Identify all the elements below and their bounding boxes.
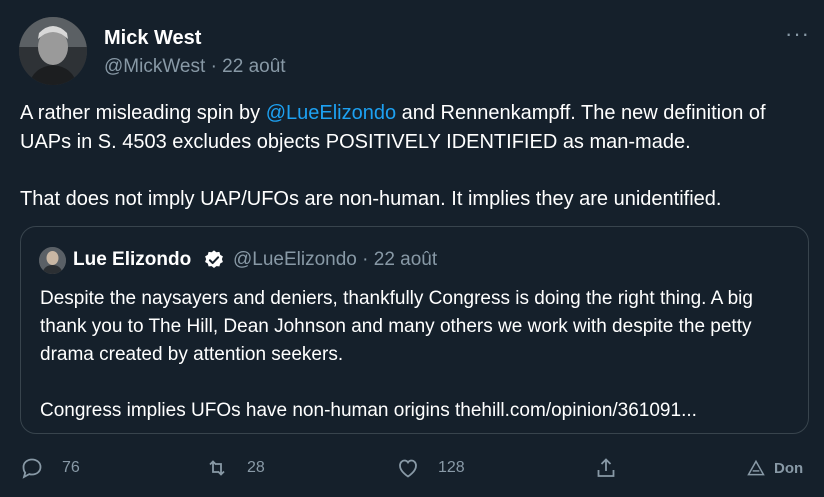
- donate-icon: [747, 459, 765, 476]
- retweet-button[interactable]: 28: [205, 450, 265, 486]
- retweet-count: 28: [247, 459, 265, 476]
- author-handle[interactable]: @MickWest: [104, 56, 205, 77]
- quoted-author-avatar: [39, 247, 66, 274]
- heart-icon: [399, 459, 417, 478]
- tweet-actions-bar: 76 28 128 Don: [0, 450, 824, 486]
- quoted-handle-line: @LueElizondo · 22 août: [233, 249, 437, 271]
- author-handle-line: @MickWest · 22 août: [104, 56, 286, 78]
- share-button[interactable]: [594, 450, 618, 486]
- retweet-icon: [209, 460, 225, 476]
- reply-icon: [22, 458, 42, 479]
- mention-link[interactable]: @LueElizondo: [266, 102, 396, 124]
- more-options-icon[interactable]: ···: [785, 23, 810, 45]
- share-icon: [597, 458, 615, 477]
- tweet-text: A rather misleading spin by @LueElizondo…: [20, 99, 815, 214]
- author-avatar[interactable]: [19, 17, 87, 85]
- verified-badge-icon: [205, 250, 223, 268]
- quoted-tweet-card[interactable]: Lue Elizondo @LueElizondo · 22 août Desp…: [20, 226, 809, 434]
- donate-label: Don: [774, 459, 804, 477]
- tweet-text-part1: A rather misleading spin by: [20, 102, 266, 124]
- quoted-author-handle: @LueElizondo: [233, 249, 357, 270]
- reply-count: 76: [62, 459, 80, 476]
- tweet-paragraph-1: A rather misleading spin by @LueElizondo…: [20, 99, 815, 157]
- like-count: 128: [438, 459, 465, 476]
- tweet-date[interactable]: · 22 août: [211, 56, 286, 77]
- quoted-tweet-text: Despite the naysayers and deniers, thank…: [40, 285, 800, 425]
- quoted-paragraph-1: Despite the naysayers and deniers, thank…: [40, 288, 753, 365]
- like-button[interactable]: 128: [396, 450, 465, 486]
- quoted-author-name: Lue Elizondo: [73, 249, 192, 270]
- donate-button[interactable]: Don: [746, 450, 803, 486]
- quoted-tweet-date: · 22 août: [362, 249, 438, 270]
- quoted-paragraph-2: Congress implies UFOs have non-human ori…: [40, 400, 697, 421]
- author-name[interactable]: Mick West: [104, 27, 201, 50]
- tweet-paragraph-2: That does not imply UAP/UFOs are non-hum…: [20, 188, 722, 210]
- reply-button[interactable]: 76: [20, 450, 80, 486]
